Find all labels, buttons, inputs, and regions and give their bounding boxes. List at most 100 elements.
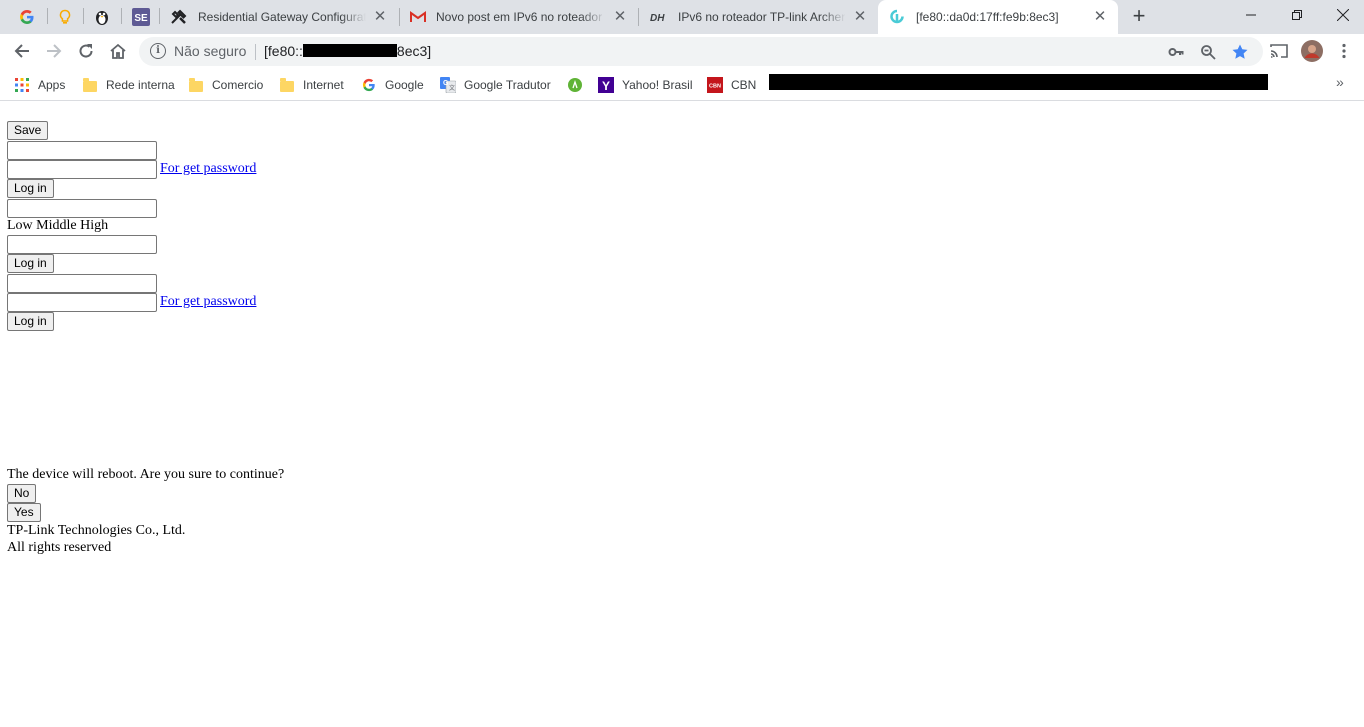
bookmark-label: Internet [303, 78, 344, 92]
more-vert-icon [1342, 43, 1346, 59]
confirm-password-field[interactable] [7, 235, 157, 254]
new-password-field[interactable] [7, 199, 157, 218]
close-icon[interactable]: ✕ [852, 9, 868, 25]
bookmark-label: Google [385, 78, 424, 92]
bookmark-apps[interactable]: Apps [14, 75, 65, 95]
gmail-icon [410, 11, 426, 22]
close-window-button[interactable] [1320, 0, 1364, 30]
back-button[interactable] [8, 37, 36, 65]
yes-button[interactable]: Yes [7, 503, 41, 522]
cast-button[interactable] [1265, 37, 1293, 65]
security-label[interactable]: Não seguro [174, 43, 246, 59]
bookmark-label: CBN [731, 78, 757, 92]
forward-arrow-icon [47, 44, 62, 58]
pinned-tab-google[interactable] [10, 5, 44, 29]
bookmark-google-tradutor[interactable]: G文 Google Tradutor [440, 75, 551, 95]
reload-button[interactable] [72, 37, 100, 65]
profile-button[interactable] [1298, 37, 1326, 65]
close-icon[interactable]: ✕ [612, 9, 628, 25]
password-strength-labels: Low Middle High [7, 218, 109, 233]
minimize-button[interactable] [1228, 0, 1274, 30]
url-text[interactable]: [fe80:: 8ec3] [264, 43, 431, 59]
no-button[interactable]: No [7, 484, 37, 503]
svg-text:Y: Y [602, 79, 610, 93]
tab-title: Novo post em IPv6 no roteador T [436, 10, 606, 24]
yahoo-icon: Y [598, 77, 614, 93]
pinned-tab-se[interactable]: SE [124, 5, 158, 29]
bookmark-internet[interactable]: Internet [279, 75, 344, 95]
redaction-box [302, 44, 397, 57]
forward-button[interactable] [40, 37, 68, 65]
bookmark-label: Comercio [212, 78, 264, 92]
google-icon [361, 77, 377, 93]
save-button[interactable]: Save [7, 121, 49, 140]
menu-button[interactable] [1330, 37, 1358, 65]
key-icon[interactable] [1165, 41, 1187, 63]
restore-button[interactable] [1274, 0, 1320, 30]
tab-residential-gateway[interactable]: Residential Gateway Configuratio ✕ [160, 0, 398, 34]
login-button-2[interactable]: Log in [7, 254, 54, 273]
forget-password-link-2[interactable]: For get password [160, 294, 256, 310]
bookmark-rede-interna[interactable]: Rede interna [82, 75, 175, 95]
new-tab-button[interactable]: + [1127, 5, 1151, 29]
login-button-3[interactable]: Log in [7, 312, 54, 331]
bookmark-label: Yahoo! Brasil [622, 78, 693, 92]
tab-title: Residential Gateway Configuratio [198, 10, 366, 24]
bookmark-star-icon[interactable] [1229, 41, 1251, 63]
svg-text:文: 文 [449, 84, 455, 92]
tab-strip: SE Residential Gateway Configuratio ✕ No… [0, 0, 1364, 34]
restore-icon [1292, 10, 1302, 20]
info-icon[interactable]: i [150, 43, 166, 59]
omnibox-divider [255, 44, 256, 60]
svg-text:SE: SE [134, 13, 148, 24]
home-icon [110, 43, 126, 59]
bookmark-label: Google Tradutor [464, 78, 551, 92]
reload-icon [79, 44, 93, 58]
close-icon[interactable]: ✕ [372, 9, 388, 25]
bookmark-google[interactable]: Google [361, 75, 424, 95]
footer-rights: All rights reserved [7, 540, 112, 555]
reboot-confirm-message: The device will reboot. Are you sure to … [7, 467, 285, 482]
redacted-bookmarks [769, 74, 1268, 90]
cast-icon [1270, 44, 1288, 58]
tab-title: [fe80::da0d:17ff:fe9b:8ec3] [916, 10, 1059, 24]
pinned-tab-keep[interactable] [48, 5, 82, 29]
login-button-1[interactable]: Log in [7, 179, 54, 198]
password-field-1[interactable] [7, 160, 157, 179]
more-bookmarks-chevron-icon[interactable]: » [1336, 74, 1344, 90]
penguin-icon [96, 11, 108, 25]
pinned-tab-penguin[interactable] [85, 5, 119, 29]
svg-text:DH: DH [650, 13, 665, 23]
avatar-icon [1301, 40, 1323, 62]
close-window-icon [1337, 9, 1349, 21]
bookmark-yahoo[interactable]: Y Yahoo! Brasil [598, 75, 692, 95]
tab-title: IPv6 no roteador TP-link Archer C [678, 10, 846, 24]
bookmark-green-circle[interactable] [567, 75, 591, 95]
dh-icon: DH [650, 13, 665, 23]
folder-icon [188, 77, 204, 93]
folder-icon [82, 77, 98, 93]
bookmark-comercio[interactable]: Comercio [188, 75, 263, 95]
cbn-icon: CBN [707, 77, 723, 93]
password-field-2[interactable] [7, 293, 157, 312]
home-button[interactable] [104, 37, 132, 65]
svg-text:CBN: CBN [709, 84, 721, 90]
tools-icon [171, 9, 187, 24]
back-arrow-icon [14, 44, 29, 58]
page-content: Save For get password Log in Low Middle … [0, 102, 1364, 727]
apps-grid-icon [14, 77, 30, 93]
zoom-icon[interactable] [1197, 41, 1219, 63]
url-prefix: [fe80:: [264, 43, 303, 59]
username-field-2[interactable] [7, 274, 157, 293]
google-icon [20, 10, 34, 24]
tab-ipv6-archer[interactable]: DH IPv6 no roteador TP-link Archer C ✕ [640, 0, 878, 34]
tab-tplink-active[interactable]: [fe80::da0d:17ff:fe9b:8ec3] ✕ [878, 0, 1118, 34]
footer-company: TP-Link Technologies Co., Ltd. [7, 523, 186, 538]
forget-password-link-1[interactable]: For get password [160, 161, 256, 177]
username-field-1[interactable] [7, 141, 157, 160]
tab-gmail-post[interactable]: Novo post em IPv6 no roteador T ✕ [400, 0, 638, 34]
address-bar[interactable]: i Não seguro [fe80:: 8ec3] [139, 37, 1263, 66]
close-icon[interactable]: ✕ [1092, 9, 1108, 25]
bookmark-cbn[interactable]: CBN CBN [707, 75, 756, 95]
green-circle-icon [567, 77, 583, 93]
